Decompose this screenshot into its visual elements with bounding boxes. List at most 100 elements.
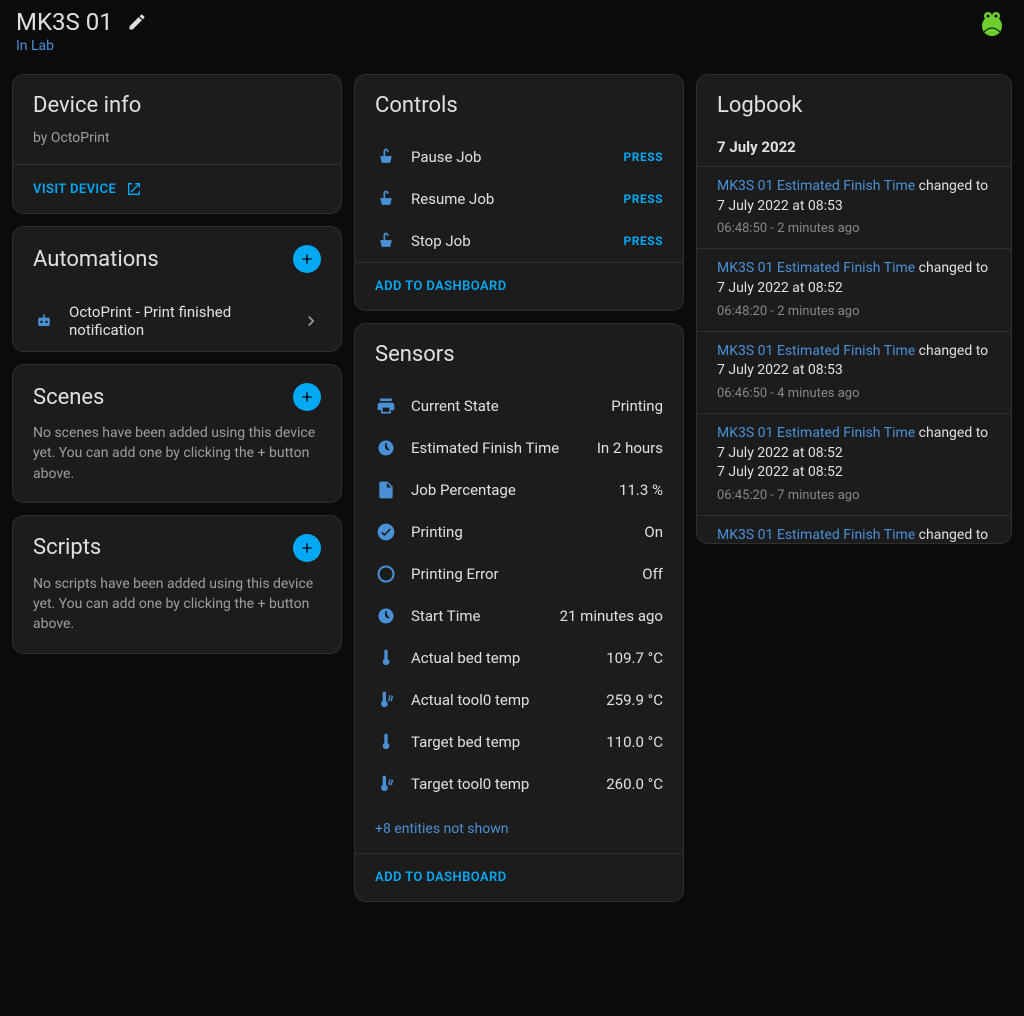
sensor-row[interactable]: Estimated Finish Time In 2 hours bbox=[355, 427, 683, 469]
robot-icon bbox=[33, 310, 55, 332]
logbook-entry[interactable]: MK3S 01 Estimated Finish Time changed to… bbox=[697, 331, 1011, 413]
visit-device-button[interactable]: VISIT DEVICE bbox=[13, 165, 341, 213]
add-scene-button[interactable] bbox=[293, 383, 321, 411]
sensor-value: 21 minutes ago bbox=[560, 607, 663, 625]
log-value: 7 July 2022 at 08:52 bbox=[717, 463, 991, 483]
sensor-row[interactable]: Actual tool0 temp 259.9 °C bbox=[355, 679, 683, 721]
add-automation-button[interactable] bbox=[293, 245, 321, 273]
press-button[interactable]: PRESS bbox=[624, 234, 663, 248]
automations-title: Automations bbox=[33, 247, 159, 272]
log-when: 06:46:50 - 4 minutes ago bbox=[717, 385, 991, 403]
scripts-title: Scripts bbox=[33, 535, 101, 560]
sensor-row[interactable]: Target tool0 temp 260.0 °C bbox=[355, 763, 683, 805]
add-script-button[interactable] bbox=[293, 534, 321, 562]
integration-logo-icon bbox=[976, 8, 1008, 40]
log-when: 06:48:50 - 2 minutes ago bbox=[717, 220, 991, 238]
automation-item[interactable]: OctoPrint - Print finished notification bbox=[13, 291, 341, 351]
sensors-card: Sensors Current State Printing Estimated F… bbox=[354, 323, 684, 902]
sensor-label: Job Percentage bbox=[411, 481, 516, 499]
press-button[interactable]: PRESS bbox=[624, 192, 663, 206]
sensors-add-to-dashboard-button[interactable]: ADD TO DASHBOARD bbox=[355, 854, 683, 901]
log-value: 7 July 2022 at 08:52 bbox=[717, 444, 991, 464]
sensor-label: Current State bbox=[411, 397, 499, 415]
visit-device-label: VISIT DEVICE bbox=[33, 182, 116, 197]
control-label: Stop Job bbox=[411, 232, 471, 250]
sensor-label: Actual tool0 temp bbox=[411, 691, 529, 709]
printer-icon bbox=[375, 395, 397, 417]
scripts-card: Scripts No scripts have been added using… bbox=[12, 515, 342, 654]
area-link[interactable]: In Lab bbox=[16, 38, 147, 54]
controls-add-to-dashboard-button[interactable]: ADD TO DASHBOARD bbox=[355, 263, 683, 310]
chevron-right-icon bbox=[301, 311, 321, 331]
sensor-row[interactable]: Target bed temp 110.0 °C bbox=[355, 721, 683, 763]
sensors-title: Sensors bbox=[375, 342, 663, 367]
sensor-value: Printing bbox=[611, 397, 663, 415]
sensor-label: Estimated Finish Time bbox=[411, 439, 559, 457]
thermo-icon bbox=[375, 647, 397, 669]
sensor-value: Off bbox=[642, 565, 663, 583]
log-entity-link[interactable]: MK3S 01 Estimated Finish Time bbox=[717, 527, 915, 543]
page-header: MK3S 01 In Lab bbox=[12, 8, 1012, 62]
press-button[interactable]: PRESS bbox=[624, 150, 663, 164]
clock-icon bbox=[375, 437, 397, 459]
thermo-icon bbox=[375, 731, 397, 753]
sensor-row[interactable]: Job Percentage 11.3 % bbox=[355, 469, 683, 511]
logbook-title: Logbook bbox=[717, 93, 991, 118]
sensor-value: On bbox=[644, 523, 663, 541]
sensor-label: Actual bed temp bbox=[411, 649, 520, 667]
thermo-hot-icon bbox=[375, 773, 397, 795]
sensor-row[interactable]: Current State Printing bbox=[355, 385, 683, 427]
thermo-hot-icon bbox=[375, 689, 397, 711]
sensor-value: 110.0 °C bbox=[606, 733, 663, 751]
sensor-value: 259.9 °C bbox=[606, 691, 663, 709]
sensor-label: Target tool0 temp bbox=[411, 775, 529, 793]
device-info-subtitle: by OctoPrint bbox=[33, 130, 321, 146]
scenes-title: Scenes bbox=[33, 385, 104, 410]
clock-icon bbox=[375, 605, 397, 627]
log-value: 7 July 2022 at 08:53 bbox=[717, 197, 991, 217]
log-value: 7 July 2022 at 08:52 bbox=[717, 279, 991, 299]
more-entities-link[interactable]: +8 entities not shown bbox=[355, 805, 683, 853]
device-info-card: Device info by OctoPrint VISIT DEVICE bbox=[12, 74, 342, 214]
logbook-entry[interactable]: MK3S 01 Estimated Finish Time changed to… bbox=[697, 248, 1011, 330]
gesture-tap-icon bbox=[375, 146, 397, 168]
automations-card: Automations OctoPrint - Print finished n… bbox=[12, 226, 342, 352]
sensor-label: Printing Error bbox=[411, 565, 499, 583]
title-block: MK3S 01 In Lab bbox=[16, 8, 147, 54]
scenes-card: Scenes No scenes have been added using t… bbox=[12, 364, 342, 503]
sensor-value: 260.0 °C bbox=[606, 775, 663, 793]
page-title: MK3S 01 bbox=[16, 8, 113, 36]
log-entity-link[interactable]: MK3S 01 Estimated Finish Time bbox=[717, 260, 915, 276]
control-label: Pause Job bbox=[411, 148, 481, 166]
circle-icon bbox=[375, 563, 397, 585]
control-row: Resume Job PRESS bbox=[355, 178, 683, 220]
logbook-entry[interactable]: MK3S 01 Estimated Finish Time changed to… bbox=[697, 166, 1011, 248]
gesture-tap-icon bbox=[375, 230, 397, 252]
log-entity-link[interactable]: MK3S 01 Estimated Finish Time bbox=[717, 425, 915, 441]
scripts-empty-text: No scripts have been added using this de… bbox=[33, 574, 321, 635]
control-row: Stop Job PRESS bbox=[355, 220, 683, 262]
control-label: Resume Job bbox=[411, 190, 494, 208]
sensor-label: Printing bbox=[411, 523, 463, 541]
logbook-date: 7 July 2022 bbox=[697, 124, 1011, 166]
sensor-value: 11.3 % bbox=[619, 481, 663, 499]
open-external-icon bbox=[126, 181, 142, 197]
automation-label: OctoPrint - Print finished notification bbox=[69, 303, 287, 339]
sensor-value: In 2 hours bbox=[597, 439, 663, 457]
sensor-label: Target bed temp bbox=[411, 733, 520, 751]
scenes-empty-text: No scenes have been added using this dev… bbox=[33, 423, 321, 484]
sensor-row[interactable]: Printing On bbox=[355, 511, 683, 553]
sensor-row[interactable]: Actual bed temp 109.7 °C bbox=[355, 637, 683, 679]
logbook-scroll[interactable]: 7 July 2022 MK3S 01 Estimated Finish Tim… bbox=[697, 124, 1011, 543]
sensor-row[interactable]: Printing Error Off bbox=[355, 553, 683, 595]
sensor-row[interactable]: Start Time21 minutes ago bbox=[355, 595, 683, 637]
logbook-card: Logbook 7 July 2022 MK3S 01 Estimated Fi… bbox=[696, 74, 1012, 544]
sensor-value: 109.7 °C bbox=[606, 649, 663, 667]
log-value: 7 July 2022 at 08:53 bbox=[717, 361, 991, 381]
controls-title: Controls bbox=[375, 93, 663, 118]
edit-icon[interactable] bbox=[127, 12, 147, 32]
logbook-entry[interactable]: MK3S 01 Estimated Finish Time changed to… bbox=[697, 413, 1011, 515]
log-entity-link[interactable]: MK3S 01 Estimated Finish Time bbox=[717, 343, 915, 359]
logbook-entry[interactable]: MK3S 01 Estimated Finish Time changed to bbox=[697, 515, 1011, 543]
log-entity-link[interactable]: MK3S 01 Estimated Finish Time bbox=[717, 178, 915, 194]
